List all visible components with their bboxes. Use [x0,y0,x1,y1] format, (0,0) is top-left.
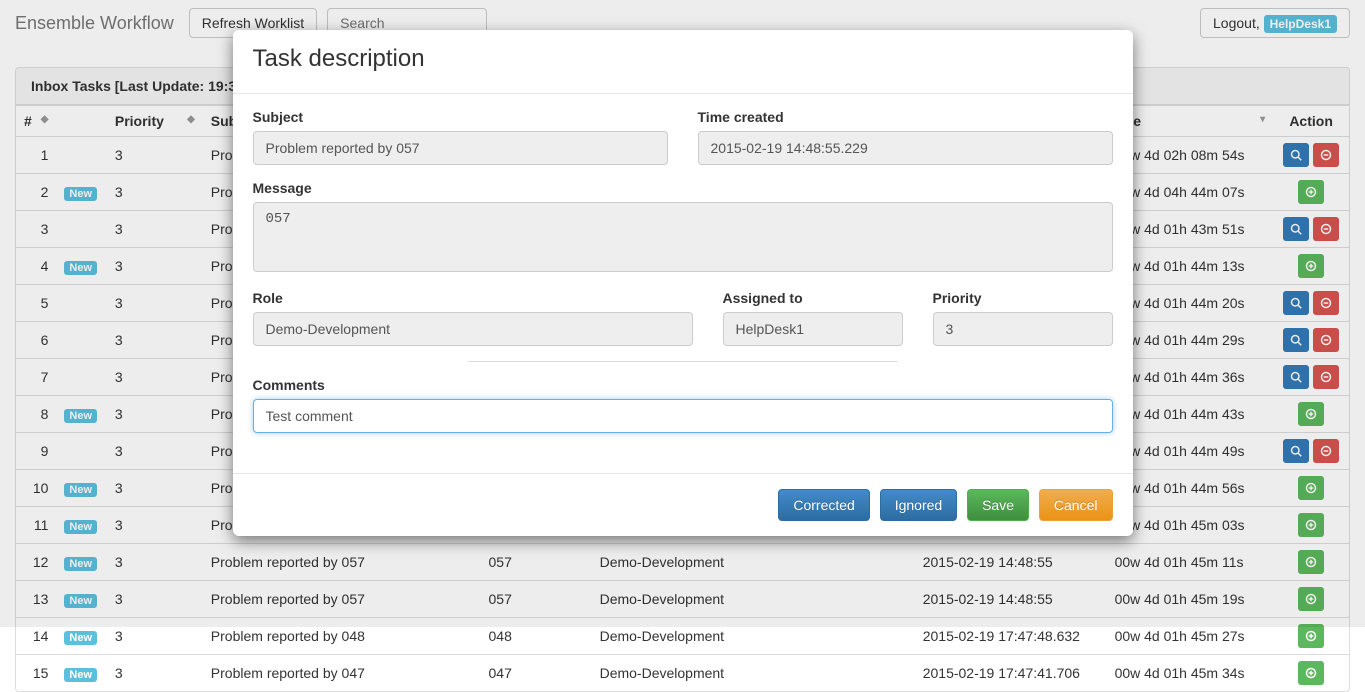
subject-label: Subject [253,109,668,125]
ignored-button[interactable]: Ignored [880,489,957,521]
cell-new: New [56,655,106,692]
task-modal: Task description Subject Time created Me… [233,30,1133,536]
cell-role: Demo-Development [592,655,774,692]
priority-field [933,312,1113,346]
message-field: 057 [253,202,1113,272]
comments-label: Comments [253,377,1113,393]
subject-field [253,131,668,165]
cell-num: 15 [16,655,56,692]
priority-label: Priority [933,290,1113,306]
cell-subject: Problem reported by 047 [203,655,481,692]
new-badge: New [64,668,97,682]
modal-header: Task description [233,30,1133,94]
new-badge: New [64,631,97,645]
role-field [253,312,693,346]
cell-age: 00w 4d 01h 45m 34s [1107,655,1274,692]
assign-button[interactable] [1298,661,1324,685]
role-label: Role [253,290,693,306]
save-button[interactable]: Save [967,489,1029,521]
assign-button[interactable] [1298,624,1324,648]
cell-time: 2015-02-19 17:47:41.706 [915,655,1107,692]
corrected-button[interactable]: Corrected [778,489,869,521]
table-row: 15 New 3Problem reported by 047047Demo-Dev… [16,655,1349,692]
divider [468,361,898,362]
modal-title: Task description [253,45,1113,73]
modal-footer: Corrected Ignored Save Cancel [233,473,1133,536]
comments-field[interactable] [253,399,1113,433]
time-field [698,131,1113,165]
cell-message: 047 [481,655,592,692]
cell-action [1273,655,1349,692]
message-label: Message [253,180,1113,196]
time-label: Time created [698,109,1113,125]
cell-assigned [773,655,914,692]
cell-priority: 3 [107,655,203,692]
assigned-field [723,312,903,346]
cancel-button[interactable]: Cancel [1039,489,1113,521]
assigned-label: Assigned to [723,290,903,306]
modal-body: Subject Time created Message 057 Role As… [233,94,1133,473]
